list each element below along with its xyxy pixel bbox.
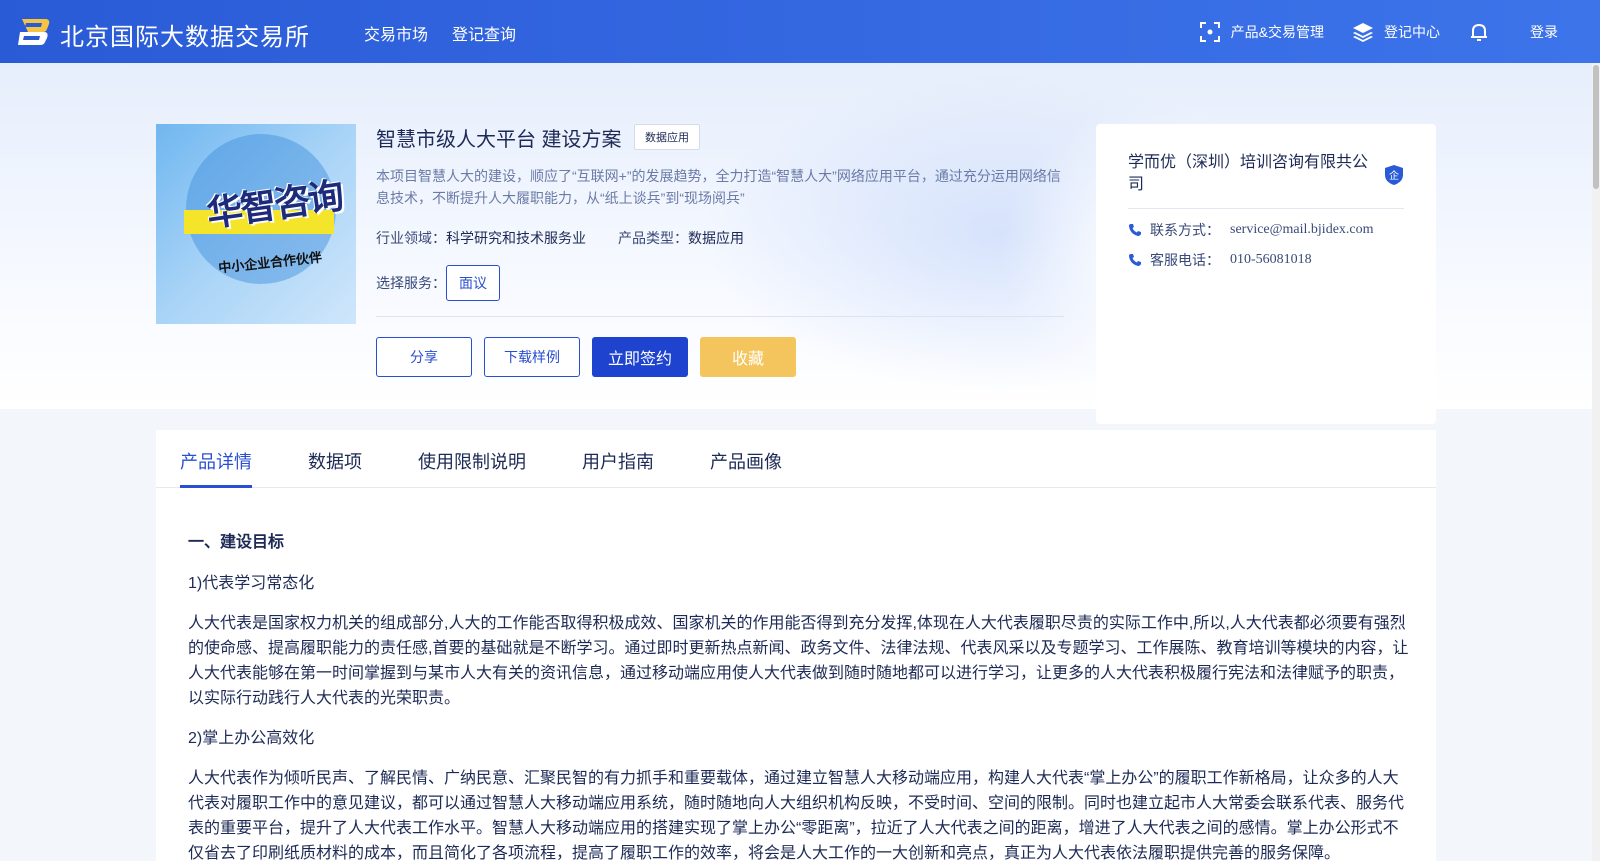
product-cover-image: 华智咨询 中小企业合作伙伴 xyxy=(156,124,356,324)
top-navbar: 北京国际大数据交易所 交易市场 登记查询 产品&交易管理 登记中心 登录 xyxy=(0,0,1600,63)
detail-body: 一、建设目标 1)代表学习常态化 人大代表是国家权力机关的组成部分,人大的工作能… xyxy=(188,530,1412,861)
layers-icon xyxy=(1353,22,1373,42)
register-center-link[interactable]: 登记中心 xyxy=(1352,21,1440,43)
phone-number[interactable]: 010-56081018 xyxy=(1230,252,1312,268)
tab-user-guide[interactable]: 用户指南 xyxy=(582,448,654,474)
scrollbar-thumb[interactable] xyxy=(1593,65,1599,189)
header-actions: 产品&交易管理 登记中心 登录 xyxy=(1199,0,1600,63)
contact-label: 联系方式： xyxy=(1150,222,1220,238)
type-info: 产品类型：数据应用 xyxy=(618,228,744,248)
main-nav: 交易市场 登记查询 xyxy=(364,21,516,45)
section-heading: 一、建设目标 xyxy=(188,534,285,551)
service-label: 选择服务： xyxy=(376,275,446,291)
subsection-title: 2)掌上办公高效化 xyxy=(188,730,315,747)
hero-divider xyxy=(376,316,1064,317)
favorite-button[interactable]: 收藏 xyxy=(700,337,796,377)
product-tag: 数据应用 xyxy=(634,124,700,150)
service-option-negotiable[interactable]: 面议 xyxy=(446,265,500,301)
paragraph: 人大代表作为倾听民声、了解民情、广纳民意、汇聚民智的有力抓手和重要载体，通过建立… xyxy=(188,770,1405,861)
download-sample-button[interactable]: 下载样例 xyxy=(484,337,580,377)
register-center-label: 登记中心 xyxy=(1384,23,1440,40)
type-value: 数据应用 xyxy=(688,230,744,246)
contact-email[interactable]: service@mail.bjidex.com xyxy=(1230,222,1374,238)
bjidex-logo-icon[interactable] xyxy=(16,15,52,47)
tab-usage-restrictions[interactable]: 使用限制说明 xyxy=(418,448,526,474)
paragraph: 人大代表是国家权力机关的组成部分,人大的工作能否取得积极成效、国家机关的作用能否… xyxy=(188,615,1409,707)
product-detail-panel: 产品详情 数据项 使用限制说明 用户指南 产品画像 一、建设目标 1)代表学习常… xyxy=(156,430,1436,861)
enterprise-verified-icon: 企 xyxy=(1385,165,1403,185)
enterprise-badge-text: 企 xyxy=(1389,169,1399,182)
type-label: 产品类型： xyxy=(618,230,688,246)
login-link[interactable]: 登录 xyxy=(1530,22,1558,42)
phone-icon xyxy=(1129,224,1141,236)
sign-now-button[interactable]: 立即签约 xyxy=(592,337,688,377)
tab-product-details[interactable]: 产品详情 xyxy=(180,448,252,474)
vendor-divider xyxy=(1128,208,1404,209)
nav-trading-market[interactable]: 交易市场 xyxy=(364,21,428,45)
industry-value: 科学研究和技术服务业 xyxy=(446,230,586,246)
vendor-phone-row: 客服电话： 010-56081018 xyxy=(1128,250,1312,270)
industry-info: 行业领域：科学研究和技术服务业 xyxy=(376,228,586,248)
share-button[interactable]: 分享 xyxy=(376,337,472,377)
product-meta: 行业领域：科学研究和技术服务业 产品类型：数据应用 xyxy=(376,228,744,248)
product-trade-management-label: 产品&交易管理 xyxy=(1230,23,1324,40)
industry-label: 行业领域： xyxy=(376,230,446,246)
site-brand[interactable]: 北京国际大数据交易所 xyxy=(60,17,310,52)
page-scrollbar[interactable] xyxy=(1592,63,1600,861)
notification-bell-icon[interactable] xyxy=(1468,21,1490,43)
nav-registration-query[interactable]: 登记查询 xyxy=(452,21,516,45)
detail-tabs: 产品详情 数据项 使用限制说明 用户指南 产品画像 xyxy=(156,430,1436,488)
vendor-contact-row: 联系方式： service@mail.bjidex.com xyxy=(1128,220,1374,240)
product-title: 智慧市级人大平台 建设方案 xyxy=(376,129,622,151)
subsection-title: 1)代表学习常态化 xyxy=(188,575,315,592)
active-tab-indicator xyxy=(180,485,252,488)
tab-data-items[interactable]: 数据项 xyxy=(308,448,362,474)
phone-icon xyxy=(1129,254,1141,266)
scan-frame-icon xyxy=(1199,21,1220,42)
product-trade-management-link[interactable]: 产品&交易管理 xyxy=(1199,21,1324,43)
product-description: 本项目智慧人大的建设，顺应了“互联网+”的发展趋势，全力打造“智慧人大”网络应用… xyxy=(376,168,1061,206)
phone-label: 客服电话： xyxy=(1150,252,1220,268)
vendor-card: 学而优（深圳）培训咨询有限共公司 企 联系方式： service@mail.bj… xyxy=(1096,124,1436,424)
tab-product-profile[interactable]: 产品画像 xyxy=(710,448,782,474)
vendor-name[interactable]: 学而优（深圳）培训咨询有限共公司 xyxy=(1128,152,1378,196)
